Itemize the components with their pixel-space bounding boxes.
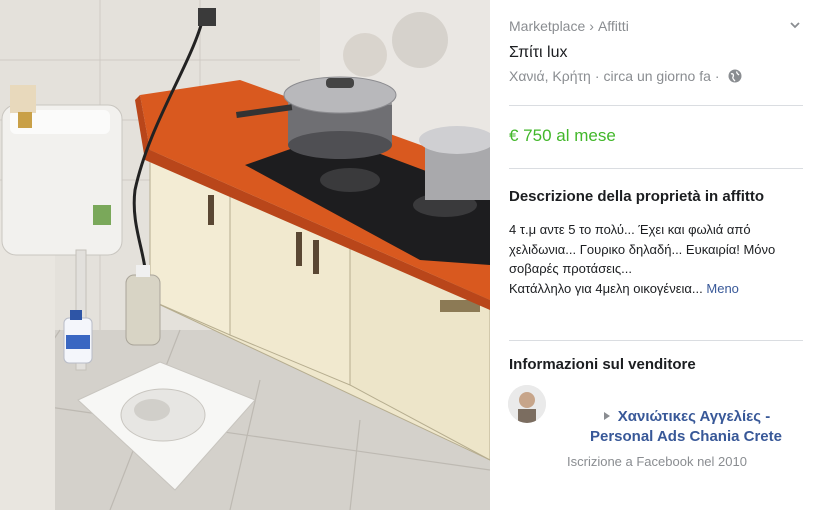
listing-location[interactable]: Χανιά, Κρήτη xyxy=(509,68,591,84)
breadcrumb-affitti-link[interactable]: Affitti xyxy=(598,18,629,34)
seller-name-text-1[interactable]: Χανιώτικες Αγγελίες - xyxy=(618,408,770,425)
listing-details-panel: Marketplace › Affitti Σπίτι lux Χανιά, Κρή… xyxy=(490,0,815,510)
description-line-2-text: Κατάλληλο για 4μελη οικογένεια... xyxy=(509,280,703,296)
seller-avatar[interactable] xyxy=(508,385,546,423)
seller-name-line-1[interactable]: Χανιώτικες Αγγελίες - xyxy=(566,407,806,427)
divider xyxy=(509,168,803,169)
listing-posted-time: circa un giorno fa xyxy=(603,68,711,84)
listing-title: Σπίτι lux xyxy=(509,44,568,61)
breadcrumb-marketplace-link[interactable]: Marketplace xyxy=(509,18,585,34)
listing-price: € 750 al mese xyxy=(509,126,616,145)
breadcrumb: Marketplace › Affitti xyxy=(509,18,629,34)
show-less-link[interactable]: Meno xyxy=(706,281,739,296)
description-text: 4 τ.μ αντε 5 το πολύ... Έχει και φωλιά α… xyxy=(509,220,807,298)
description-line-1: 4 τ.μ αντε 5 το πολύ... Έχει και φωλιά α… xyxy=(509,222,776,276)
location-separator: · xyxy=(594,68,600,84)
seller-name-line-2[interactable]: Personal Ads Chania Crete xyxy=(566,427,806,447)
divider xyxy=(509,340,803,341)
triangle-right-icon xyxy=(602,407,612,420)
privacy-separator: · xyxy=(714,68,720,84)
divider xyxy=(509,105,803,106)
kitchen-bathroom-image xyxy=(0,0,490,510)
description-line-2: Κατάλληλο για 4μελη οικογένεια... Meno xyxy=(509,279,807,299)
seller-name-block[interactable]: Χανιώτικες Αγγελίες - Personal Ads Chani… xyxy=(566,407,806,447)
seller-joined-text: Iscrizione a Facebook nel 2010 xyxy=(567,454,747,469)
seller-heading: Informazioni sul venditore xyxy=(509,356,696,373)
chevron-down-icon[interactable] xyxy=(787,17,803,33)
breadcrumb-separator: › xyxy=(589,18,594,34)
globe-icon xyxy=(728,69,742,83)
description-heading: Descrizione della proprietà in affitto xyxy=(509,188,765,205)
listing-photo[interactable] xyxy=(0,0,490,510)
listing-location-line: Χανιά, Κρήτη · circa un giorno fa · xyxy=(509,68,742,84)
